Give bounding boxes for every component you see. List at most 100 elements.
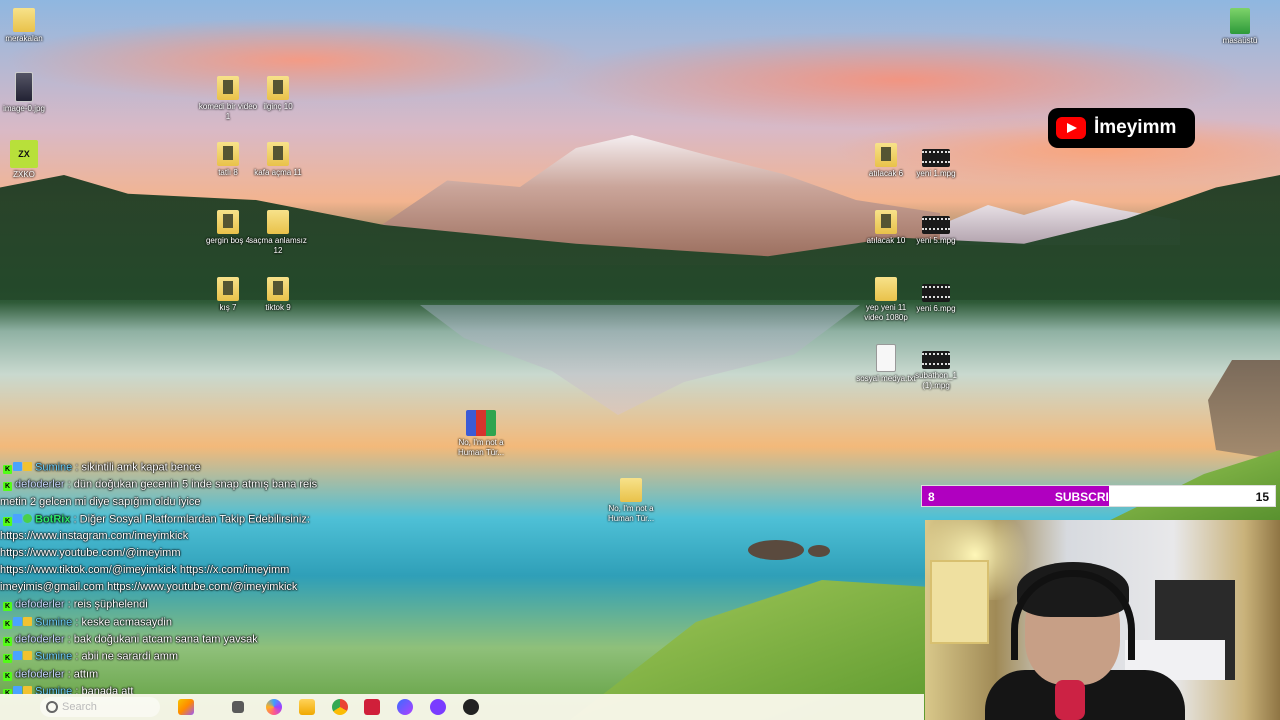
search-icon — [46, 701, 58, 713]
chat-badges: K — [3, 614, 33, 631]
chat-text: : keske acmasaydin — [72, 616, 172, 629]
desktop-icon-yeni5[interactable]: yeni 5.mpg — [906, 212, 966, 246]
chat-text: https://www.youtube.com/@imeyimm — [0, 547, 181, 560]
kick-badge-icon: K — [3, 516, 12, 526]
chat-badge-icon — [13, 616, 22, 626]
chat-message: Kdefoderler : dün doğukan gecenin 5 inde… — [0, 476, 400, 493]
kick-badge-icon: K — [3, 619, 12, 629]
subs-label: SUBSCRIBERS — [1054, 490, 1143, 504]
chat-text: : Diğer Sosyal Platformlardan Takip Edeb… — [70, 513, 310, 526]
chat-text: metin 2 gelcen mi diye sapığım oldu iyic… — [0, 495, 201, 508]
chat-text: : dün doğukan gecenin 5 inde snap atmış … — [64, 478, 318, 491]
folder-icon — [267, 142, 289, 166]
chat-username: Sumine — [35, 616, 73, 629]
chat-text: imeyimis@gmail.com https://www.youtube.c… — [0, 581, 298, 594]
chat-badges: K — [3, 511, 33, 528]
copilot-icon[interactable] — [266, 699, 282, 715]
kick-badge-icon: K — [3, 465, 12, 474]
subscriber-goal-bar: 8 SUBSCRIBERS 15 — [921, 485, 1276, 507]
chat-message: K Sumine : abii ne sarardi amm — [0, 648, 400, 665]
text-file-icon — [876, 344, 896, 372]
chat-message: https://www.instagram.com/imeyimkick — [0, 528, 400, 545]
desktop-icon-ilginc[interactable]: ilginç 10 — [248, 76, 308, 112]
folder-icon — [267, 76, 289, 100]
chat-badge-icon — [23, 651, 32, 661]
chat-message: Kdefoderler : attım — [0, 666, 400, 683]
chat-badges: K — [3, 648, 33, 665]
subs-goal: 15 — [1255, 490, 1269, 504]
chat-username: defoderler — [15, 478, 65, 491]
folder-icon — [267, 210, 289, 234]
chat-badge-icon — [23, 513, 32, 523]
folder-icon — [217, 76, 239, 100]
chat-overlay: K Sumine : sikintili amk kapat bence Kdefo… — [0, 459, 400, 701]
chat-text: https://www.tiktok.com/@imeyimkick https… — [0, 564, 290, 577]
microphone — [1055, 680, 1085, 720]
kick-badge-icon: K — [3, 482, 12, 492]
chat-message: https://www.youtube.com/@imeyimm — [0, 545, 400, 562]
chat-message: K Sumine : keske acmasaydin — [0, 614, 400, 631]
folder-icon — [875, 143, 897, 167]
video-file-icon — [922, 149, 950, 167]
webcam-feed — [925, 520, 1280, 720]
green-file-icon — [1230, 8, 1250, 34]
taskbar: Search — [0, 694, 924, 720]
chat-text: : bak doğukani atcam sana tam yavsak — [64, 633, 258, 646]
desktop-icon-masaustu[interactable]: masaüstü — [1210, 8, 1270, 46]
taskbar-search[interactable]: Search — [40, 697, 160, 717]
wall-poster — [930, 560, 989, 644]
desktop-icon-no-human-folder[interactable]: No, I'm not a Human Tür... — [601, 478, 661, 524]
chat-message: imeyimis@gmail.com https://www.youtube.c… — [0, 579, 400, 596]
discord-icon[interactable] — [397, 699, 413, 715]
sparkle-icon[interactable] — [178, 699, 194, 715]
desktop-icon-tiktok9[interactable]: tiktok 9 — [248, 277, 308, 313]
kick-badge-icon: K — [3, 637, 12, 647]
chrome-icon[interactable] — [332, 699, 348, 715]
desktop-icon-sacma[interactable]: saçma anlamsız 12 — [248, 210, 308, 256]
file-explorer-icon[interactable] — [299, 699, 315, 715]
chat-badge-icon — [23, 616, 32, 626]
desktop-icon-merakalan[interactable]: merakalan — [0, 8, 54, 44]
chat-username: Sumine — [35, 461, 73, 474]
folder-icon — [875, 277, 897, 301]
desktop-icon-kafa[interactable]: kafa açma 11 — [248, 142, 308, 178]
chat-badge-icon — [13, 651, 22, 661]
kick-badge-icon: K — [3, 671, 12, 681]
chat-message: Kdefoderler : bak doğukani atcam sana ta… — [0, 631, 400, 648]
folder-icon — [217, 277, 239, 301]
chat-message: metin 2 gelcen mi diye sapığım oldu iyic… — [0, 494, 400, 511]
chat-message: Kdefoderler : reis şüphelendi — [0, 596, 400, 613]
wallpaper-reflection — [420, 305, 860, 415]
desktop-icon-yeni1[interactable]: yeni 1.mpg — [906, 145, 966, 179]
obs-icon[interactable] — [430, 699, 446, 715]
desktop-icon-winrar-archive[interactable]: No, I'm not a Human Tür... — [451, 410, 511, 458]
zxko-app-icon: ZX — [10, 140, 38, 168]
chat-badge-icon — [13, 462, 22, 471]
chat-badges: K — [3, 631, 13, 648]
app-icon[interactable] — [463, 699, 479, 715]
chat-text: https://www.instagram.com/imeyimkick — [0, 530, 189, 543]
wallpaper-shore — [1208, 360, 1280, 460]
chat-text: : abii ne sarardi amm — [72, 650, 179, 663]
chat-message: K BotRix : Diğer Sosyal Platformlardan Ta… — [0, 511, 400, 528]
chat-text: : attım — [64, 668, 99, 681]
video-file-icon — [922, 216, 950, 234]
chat-text: : reis şüphelendi — [64, 598, 148, 611]
chat-username: defoderler — [15, 598, 65, 611]
desktop-icon-subathon[interactable]: subathon_1 (1).mpg — [906, 347, 966, 391]
kick-badge-icon: K — [3, 602, 12, 612]
chat-badge-icon — [23, 462, 32, 471]
desktop-icon-zxko[interactable]: ZX ZXKO — [0, 140, 54, 180]
folder-icon — [217, 142, 239, 166]
desktop-icon-image[interactable]: image-0.jpg — [0, 72, 54, 114]
channel-name: İmeyimm — [1094, 117, 1177, 138]
youtube-channel-badge: İmeyimm — [1048, 108, 1195, 148]
winrar-icon[interactable] — [364, 699, 380, 715]
search-placeholder: Search — [62, 701, 97, 713]
chat-badges: K — [3, 596, 13, 613]
video-file-icon — [922, 351, 950, 369]
folder-icon — [267, 277, 289, 301]
chat-username: Sumine — [35, 650, 73, 663]
task-view-icon[interactable] — [232, 701, 244, 713]
desktop-icon-yeni6[interactable]: yeni 6.mpg — [906, 280, 966, 314]
